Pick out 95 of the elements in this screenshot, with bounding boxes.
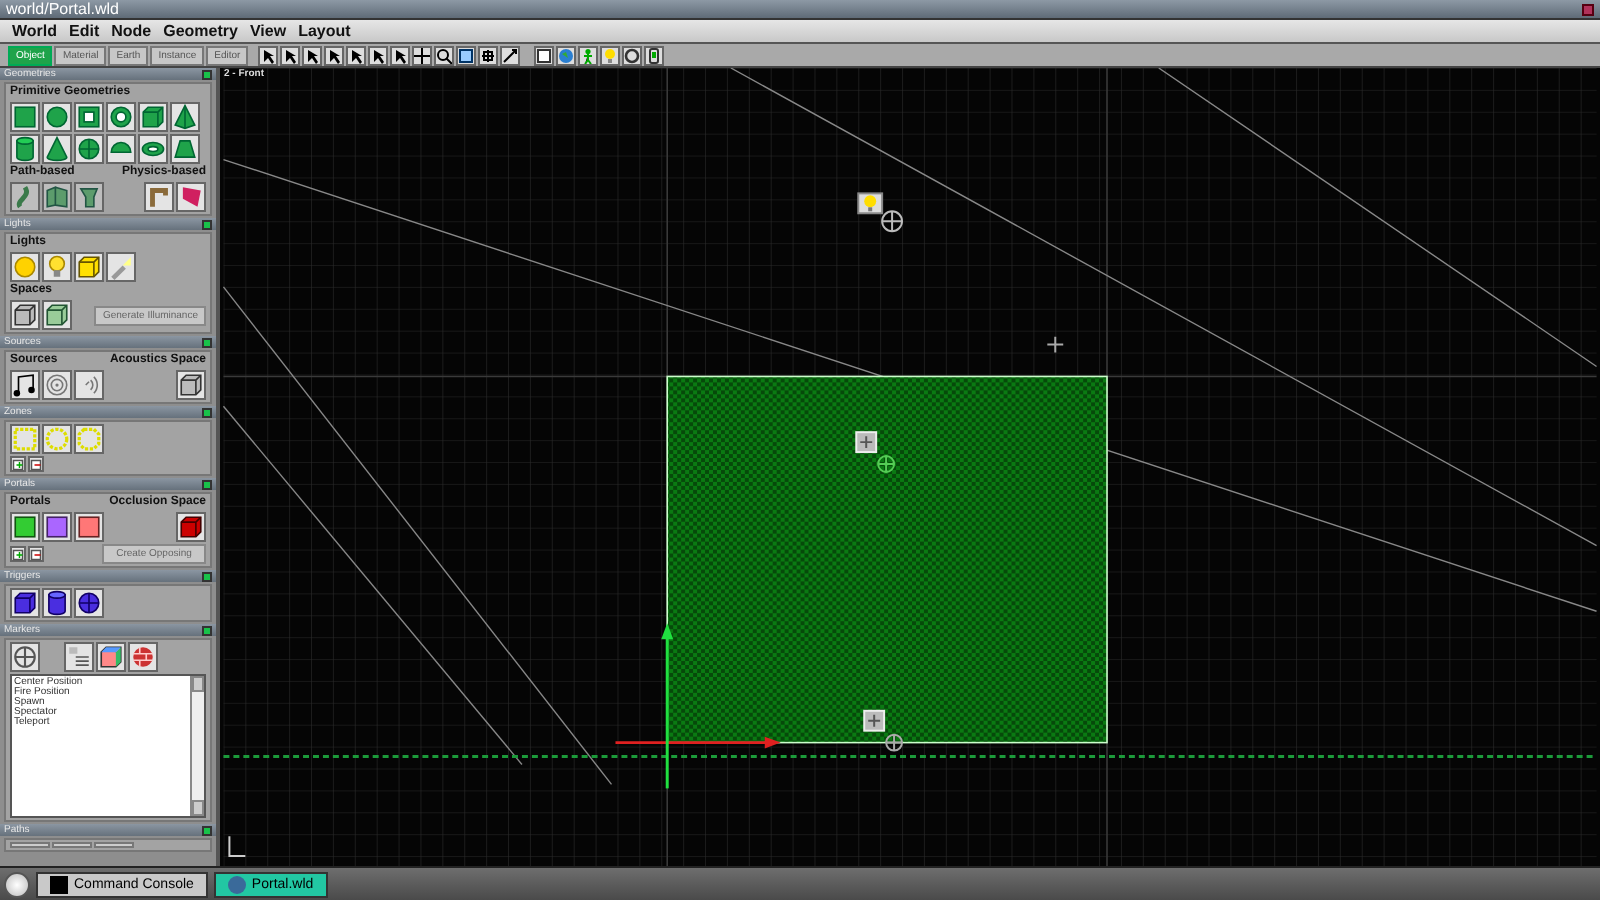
ring-icon[interactable] — [106, 102, 136, 132]
collapse-toggle[interactable] — [202, 407, 212, 417]
crosshair-icon — [1046, 335, 1065, 354]
tool-button[interactable] — [52, 842, 92, 848]
add-icon[interactable] — [10, 546, 26, 562]
tool-button[interactable] — [94, 842, 134, 848]
menu-item[interactable]: World — [12, 21, 58, 41]
tool-button[interactable] — [10, 842, 50, 848]
cube-icon[interactable] — [10, 588, 40, 618]
target-icon — [877, 455, 896, 473]
portal-plane[interactable] — [666, 375, 1108, 744]
wireframe-cube-icon[interactable] — [10, 300, 40, 330]
hollow-square-icon[interactable] — [74, 102, 104, 132]
frustum-icon[interactable] — [170, 134, 200, 164]
pyramid-icon[interactable] — [170, 102, 200, 132]
node-icon[interactable] — [855, 431, 878, 454]
square-icon[interactable] — [10, 102, 40, 132]
checkered-square-icon[interactable] — [74, 512, 104, 542]
target-icon — [881, 210, 904, 233]
cube-icon[interactable] — [138, 102, 168, 132]
select-arrow-icon[interactable] — [280, 45, 301, 65]
flashlight-icon[interactable] — [106, 252, 136, 282]
ring-icon[interactable] — [622, 45, 643, 65]
add-icon[interactable] — [10, 456, 26, 472]
checkered-square-icon[interactable] — [10, 512, 40, 542]
window-title: world/Portal.wld — [6, 0, 119, 18]
frame-icon[interactable] — [534, 45, 555, 65]
concentric-circles-icon[interactable] — [42, 370, 72, 400]
collapse-toggle[interactable] — [202, 479, 212, 489]
select-arrow-icon[interactable] — [390, 45, 411, 65]
music-note-icon[interactable] — [10, 370, 40, 400]
torus-icon[interactable] — [138, 134, 168, 164]
collapse-toggle[interactable] — [202, 571, 212, 581]
collapse-toggle[interactable] — [202, 219, 212, 229]
collapse-toggle[interactable] — [202, 337, 212, 347]
select-arrow-icon[interactable] — [302, 45, 323, 65]
menu-item[interactable]: Edit — [69, 21, 100, 41]
brick-sphere-icon[interactable] — [128, 642, 158, 672]
cube-icon[interactable] — [96, 642, 126, 672]
move-icon[interactable] — [412, 45, 433, 65]
wireframe-cube-icon[interactable] — [42, 300, 72, 330]
remove-icon[interactable] — [28, 456, 44, 472]
node-icon[interactable] — [863, 709, 886, 732]
pipe-icon[interactable] — [74, 182, 104, 212]
circle-icon[interactable] — [42, 102, 72, 132]
person-icon[interactable] — [578, 45, 599, 65]
start-button[interactable] — [4, 871, 30, 897]
axis-indicator-icon — [228, 835, 247, 858]
console-icon — [50, 875, 68, 893]
select-arrow-icon[interactable] — [346, 45, 367, 65]
pan-icon[interactable] — [478, 45, 499, 65]
sound-waves-icon[interactable] — [74, 370, 104, 400]
globe-icon — [227, 875, 246, 893]
remove-icon[interactable] — [28, 546, 44, 562]
x-axis-arrow[interactable] — [615, 736, 781, 749]
target-icon — [885, 733, 904, 752]
cylinder-icon[interactable] — [10, 134, 40, 164]
sphere-icon[interactable] — [74, 588, 104, 618]
cone-icon[interactable] — [42, 134, 72, 164]
collapse-toggle[interactable] — [202, 625, 212, 635]
cube-icon[interactable] — [74, 252, 104, 282]
dashed-octagon-icon[interactable] — [74, 424, 104, 454]
hemisphere-icon[interactable] — [106, 134, 136, 164]
menu-item[interactable]: Geometry — [163, 21, 238, 41]
globe-icon[interactable] — [556, 45, 577, 65]
rope-icon[interactable] — [144, 182, 174, 212]
select-arrow-icon[interactable] — [324, 45, 345, 65]
cloth-icon[interactable] — [176, 182, 206, 212]
wall-icon[interactable] — [42, 182, 72, 212]
menu-item[interactable]: Node — [111, 21, 152, 41]
device-icon[interactable] — [644, 45, 665, 65]
close-button[interactable] — [1582, 3, 1594, 15]
menu-item[interactable]: Layout — [298, 21, 351, 41]
zoom-icon[interactable] — [434, 45, 455, 65]
select-arrow-icon[interactable] — [368, 45, 389, 65]
light-bulb-icon[interactable] — [857, 192, 884, 215]
sun-icon[interactable] — [10, 252, 40, 282]
sphere-icon[interactable] — [74, 134, 104, 164]
collapse-toggle[interactable] — [202, 69, 212, 79]
diagonal-arrow-icon[interactable] — [500, 45, 521, 65]
y-axis-arrow[interactable] — [661, 623, 674, 789]
select-arrow-icon[interactable] — [258, 45, 279, 65]
curve-icon[interactable] — [10, 182, 40, 212]
cube-icon[interactable] — [176, 512, 206, 542]
dashed-circle-icon[interactable] — [42, 424, 72, 454]
cylinder-icon[interactable] — [42, 588, 72, 618]
collapse-toggle[interactable] — [202, 825, 212, 835]
scrollbar[interactable] — [190, 676, 204, 816]
wireframe-cube-icon[interactable] — [176, 370, 206, 400]
checkered-square-icon[interactable] — [42, 512, 72, 542]
crosshair-icon[interactable] — [10, 642, 40, 672]
list-icon[interactable] — [64, 642, 94, 672]
dashed-square-icon[interactable] — [10, 424, 40, 454]
menu-item[interactable]: View — [249, 21, 287, 41]
zoom-fit-icon[interactable] — [456, 45, 477, 65]
